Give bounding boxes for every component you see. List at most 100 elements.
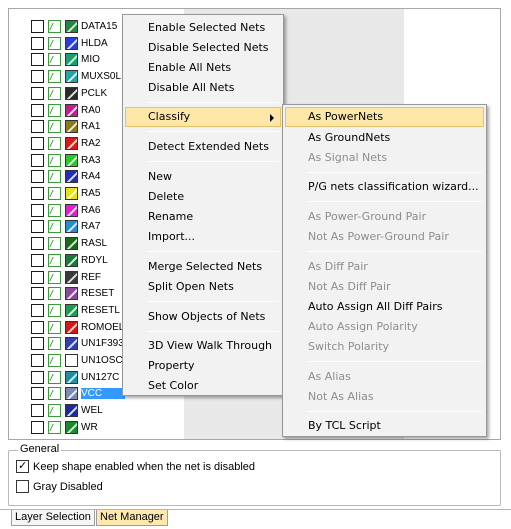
net-enable-checkbox[interactable] bbox=[31, 120, 44, 134]
net-color-swatch[interactable] bbox=[65, 103, 78, 117]
menu-item-disable-all-nets[interactable]: Disable All Nets bbox=[125, 78, 281, 98]
menu-item-split-open-nets[interactable]: Split Open Nets bbox=[125, 277, 281, 297]
menu-item-enable-selected-nets[interactable]: Enable Selected Nets bbox=[125, 18, 281, 38]
menu-item-delete[interactable]: Delete bbox=[125, 187, 281, 207]
submenu-item-auto-assign-polarity[interactable]: Auto Assign Polarity bbox=[285, 317, 484, 337]
net-color-swatch[interactable] bbox=[65, 120, 78, 134]
menu-item-3d-view-walk-through[interactable]: 3D View Walk Through bbox=[125, 336, 281, 356]
submenu-item-as-power-ground-pair[interactable]: As Power-Ground Pair bbox=[285, 207, 484, 227]
net-color-swatch[interactable] bbox=[65, 170, 78, 184]
net-visibility-icon[interactable] bbox=[48, 287, 61, 301]
submenu-item-as-powernets[interactable]: As PowerNets bbox=[285, 107, 484, 127]
net-enable-checkbox[interactable] bbox=[31, 354, 44, 367]
net-color-swatch[interactable] bbox=[65, 404, 78, 418]
net-color-swatch[interactable] bbox=[65, 203, 78, 217]
net-visibility-icon[interactable] bbox=[48, 220, 61, 234]
keep-shape-checkbox[interactable] bbox=[16, 459, 29, 473]
net-enable-checkbox[interactable] bbox=[31, 170, 44, 184]
net-visibility-icon[interactable] bbox=[48, 187, 61, 200]
net-visibility-icon[interactable] bbox=[48, 420, 61, 434]
net-color-swatch[interactable] bbox=[65, 387, 78, 401]
net-visibility-icon[interactable] bbox=[48, 354, 61, 367]
net-enable-checkbox[interactable] bbox=[31, 103, 44, 117]
net-visibility-icon[interactable] bbox=[48, 36, 61, 50]
net-visibility-icon[interactable] bbox=[48, 170, 61, 184]
submenu-item-as-signal-nets[interactable]: As Signal Nets bbox=[285, 148, 484, 168]
net-visibility-icon[interactable] bbox=[48, 20, 61, 33]
submenu-item-by-tcl-script[interactable]: By TCL Script bbox=[285, 416, 484, 436]
submenu-item-not-as-power-ground-pair[interactable]: Not As Power-Ground Pair bbox=[285, 227, 484, 247]
submenu-item-as-diff-pair[interactable]: As Diff Pair bbox=[285, 257, 484, 277]
net-color-swatch[interactable] bbox=[65, 337, 78, 351]
net-visibility-icon[interactable] bbox=[48, 237, 61, 251]
tab-net-manager[interactable]: Net Manager bbox=[96, 510, 168, 526]
net-enable-checkbox[interactable] bbox=[31, 36, 44, 50]
net-color-swatch[interactable] bbox=[65, 354, 78, 367]
net-color-swatch[interactable] bbox=[65, 153, 78, 167]
submenu-item-as-groundnets[interactable]: As GroundNets bbox=[285, 128, 484, 148]
net-color-swatch[interactable] bbox=[65, 86, 78, 100]
net-enable-checkbox[interactable] bbox=[31, 20, 44, 33]
net-enable-checkbox[interactable] bbox=[31, 237, 44, 251]
net-color-swatch[interactable] bbox=[65, 287, 78, 301]
keep-shape-option[interactable]: Keep shape enabled when the net is disab… bbox=[16, 459, 255, 473]
submenu-item-not-as-diff-pair[interactable]: Not As Diff Pair bbox=[285, 277, 484, 297]
menu-item-import[interactable]: Import... bbox=[125, 227, 281, 247]
net-enable-checkbox[interactable] bbox=[31, 187, 44, 200]
submenu-item-switch-polarity[interactable]: Switch Polarity bbox=[285, 337, 484, 357]
net-color-swatch[interactable] bbox=[65, 220, 78, 234]
net-visibility-icon[interactable] bbox=[48, 136, 61, 150]
menu-item-enable-all-nets[interactable]: Enable All Nets bbox=[125, 58, 281, 78]
net-visibility-icon[interactable] bbox=[48, 253, 61, 267]
net-visibility-icon[interactable] bbox=[48, 153, 61, 167]
gray-disabled-option[interactable]: Gray Disabled bbox=[16, 480, 103, 493]
net-enable-checkbox[interactable] bbox=[31, 303, 44, 317]
gray-disabled-checkbox[interactable] bbox=[16, 480, 29, 493]
net-color-swatch[interactable] bbox=[65, 270, 78, 284]
menu-item-classify[interactable]: Classify bbox=[125, 107, 281, 127]
menu-item-rename[interactable]: Rename bbox=[125, 207, 281, 227]
net-color-swatch[interactable] bbox=[65, 303, 78, 317]
net-visibility-icon[interactable] bbox=[48, 270, 61, 284]
menu-item-merge-selected-nets[interactable]: Merge Selected Nets bbox=[125, 257, 281, 277]
net-enable-checkbox[interactable] bbox=[31, 404, 44, 418]
net-enable-checkbox[interactable] bbox=[31, 203, 44, 217]
menu-item-set-color[interactable]: Set Color bbox=[125, 376, 281, 396]
net-enable-checkbox[interactable] bbox=[31, 420, 44, 434]
net-enable-checkbox[interactable] bbox=[31, 153, 44, 167]
net-color-swatch[interactable] bbox=[65, 253, 78, 267]
net-visibility-icon[interactable] bbox=[48, 370, 61, 384]
net-enable-checkbox[interactable] bbox=[31, 387, 44, 401]
net-enable-checkbox[interactable] bbox=[31, 337, 44, 351]
net-color-swatch[interactable] bbox=[65, 370, 78, 384]
net-visibility-icon[interactable] bbox=[48, 303, 61, 317]
net-color-swatch[interactable] bbox=[65, 53, 78, 67]
net-color-swatch[interactable] bbox=[65, 420, 78, 434]
menu-item-show-objects-of-nets[interactable]: Show Objects of Nets bbox=[125, 307, 281, 327]
net-color-swatch[interactable] bbox=[65, 36, 78, 50]
net-enable-checkbox[interactable] bbox=[31, 86, 44, 100]
submenu-item-as-alias[interactable]: As Alias bbox=[285, 367, 484, 387]
submenu-item-not-as-alias[interactable]: Not As Alias bbox=[285, 387, 484, 407]
menu-item-new[interactable]: New bbox=[125, 167, 281, 187]
net-enable-checkbox[interactable] bbox=[31, 136, 44, 150]
net-visibility-icon[interactable] bbox=[48, 203, 61, 217]
net-color-swatch[interactable] bbox=[65, 187, 78, 200]
net-row[interactable]: WR bbox=[9, 419, 189, 436]
net-enable-checkbox[interactable] bbox=[31, 320, 44, 334]
net-enable-checkbox[interactable] bbox=[31, 370, 44, 384]
menu-item-detect-extended-nets[interactable]: Detect Extended Nets bbox=[125, 137, 281, 157]
tab-layer-selection[interactable]: Layer Selection bbox=[11, 510, 95, 526]
submenu-item-auto-assign-all-diff-pairs[interactable]: Auto Assign All Diff Pairs bbox=[285, 297, 484, 317]
net-enable-checkbox[interactable] bbox=[31, 287, 44, 301]
net-enable-checkbox[interactable] bbox=[31, 253, 44, 267]
net-color-swatch[interactable] bbox=[65, 70, 78, 84]
net-visibility-icon[interactable] bbox=[48, 70, 61, 84]
net-row[interactable]: WEL bbox=[9, 402, 189, 419]
net-color-swatch[interactable] bbox=[65, 320, 78, 334]
net-visibility-icon[interactable] bbox=[48, 86, 61, 100]
menu-item-property[interactable]: Property bbox=[125, 356, 281, 376]
net-visibility-icon[interactable] bbox=[48, 120, 61, 134]
net-enable-checkbox[interactable] bbox=[31, 220, 44, 234]
net-visibility-icon[interactable] bbox=[48, 337, 61, 351]
